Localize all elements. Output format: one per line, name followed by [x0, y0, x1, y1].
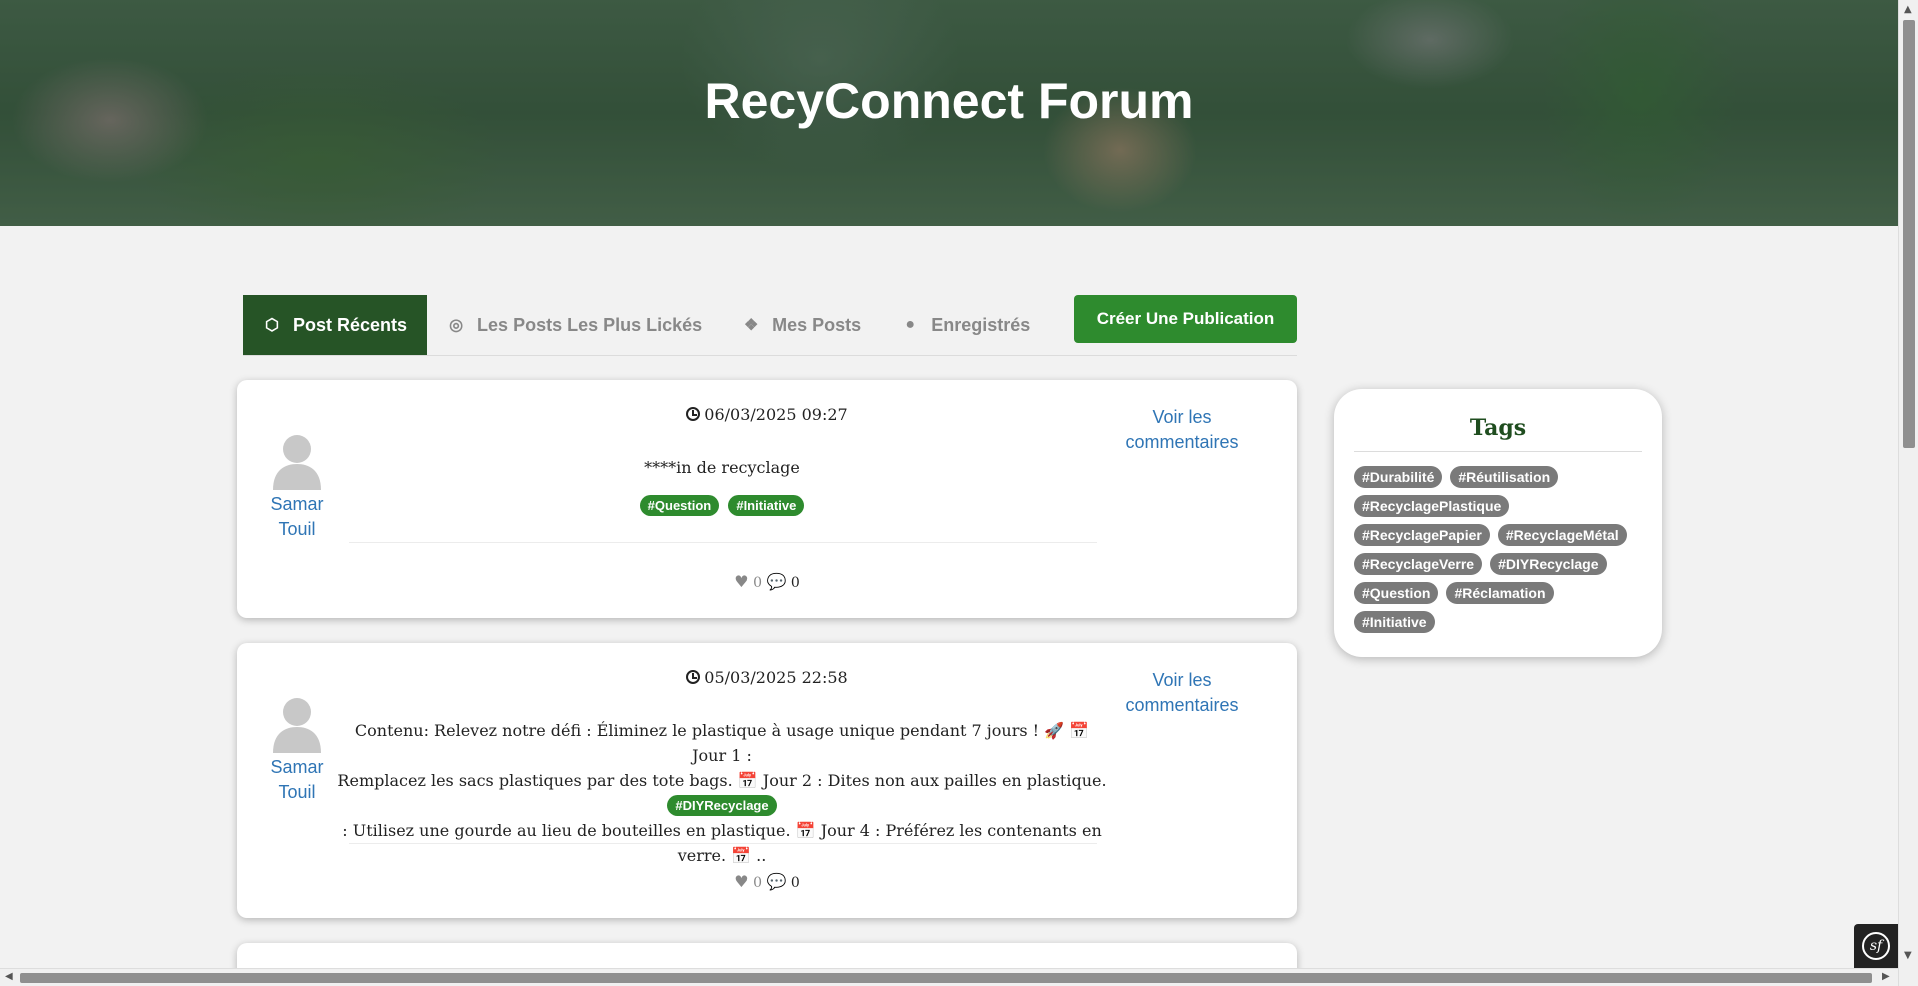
divider	[349, 542, 1097, 543]
post-stats: ♥ 0 💬 0	[237, 572, 1297, 591]
horizontal-scrollbar[interactable]: ◀ ▶	[0, 968, 1898, 986]
comment-count: 0	[790, 875, 800, 891]
tab-label: Mes Posts	[772, 314, 862, 335]
create-post-button[interactable]: Créer Une Publication	[1074, 295, 1297, 343]
scroll-left-icon[interactable]: ◀	[5, 971, 13, 982]
author-last-name: Touil	[278, 519, 316, 539]
tag-chip[interactable]: #Réutilisation	[1450, 466, 1559, 488]
post-tags: #DIYRecyclage	[347, 795, 1097, 816]
clock-icon	[686, 407, 701, 421]
author-last-name: Touil	[278, 782, 316, 802]
post-card: Samar Touil 06/03/2025 09:27 ****in de r…	[237, 380, 1297, 618]
tags-panel: Tags #Durabilité #Réutilisation #Recycla…	[1334, 389, 1662, 657]
post-card: Samar Touil 05/03/2025 22:58 Contenu: Re…	[237, 643, 1297, 918]
tag-chip[interactable]: #RecyclageMétal	[1497, 524, 1627, 546]
author-first-name: Samar	[270, 757, 324, 777]
avatar-icon	[273, 698, 321, 753]
post-tags: #Question #Initiative	[347, 495, 1097, 516]
comment-icon[interactable]: 💬	[766, 572, 786, 591]
codepen-icon: ⬡	[265, 317, 279, 334]
view-comments-link[interactable]: Voir les commentaires	[1117, 405, 1247, 455]
comment-icon[interactable]: 💬	[766, 872, 786, 891]
tab-most-liked[interactable]: ◎ Les Posts Les Plus Lickés	[427, 295, 722, 355]
post-author[interactable]: Samar Touil	[263, 695, 331, 805]
symfony-logo-icon: sf	[1862, 932, 1890, 960]
heart-icon[interactable]: ♥	[734, 872, 748, 891]
comment-count: 0	[790, 575, 800, 591]
avatar-icon	[273, 435, 321, 490]
dribbble-icon: ◎	[449, 317, 464, 334]
like-count: 0	[753, 875, 762, 891]
drupal-icon: ●	[905, 316, 916, 333]
tab-my-posts[interactable]: ❖ Mes Posts	[722, 295, 881, 355]
view-comments-link[interactable]: Voir les commentaires	[1117, 668, 1247, 718]
tab-label: Enregistrés	[931, 314, 1031, 335]
hero-banner: RecyConnect Forum	[0, 0, 1898, 226]
tag-chip[interactable]: #Durabilité	[1354, 466, 1443, 488]
scroll-up-icon[interactable]: ▲	[1904, 4, 1912, 15]
symfony-toolbar-toggle[interactable]: sf	[1854, 924, 1898, 968]
tag-chip[interactable]: #Initiative	[1354, 611, 1435, 633]
tab-saved[interactable]: ● Enregistrés	[881, 295, 1050, 355]
post-tag[interactable]: #Initiative	[728, 495, 805, 516]
tag-chip[interactable]: #RecyclagePapier	[1354, 524, 1490, 546]
dropbox-icon: ❖	[743, 317, 759, 334]
horizontal-scroll-thumb[interactable]	[20, 973, 1872, 983]
tag-chip[interactable]: #Réclamation	[1446, 582, 1554, 604]
page-title: RecyConnect Forum	[704, 73, 1194, 129]
tag-chip[interactable]: #Question	[1354, 582, 1439, 604]
tab-label: Les Posts Les Plus Lickés	[477, 314, 703, 335]
post-stats: ♥ 0 💬 0	[237, 872, 1297, 891]
scroll-right-icon[interactable]: ▶	[1882, 971, 1890, 982]
post-content: ****in de recyclage	[644, 458, 800, 477]
scroll-down-icon[interactable]: ▼	[1904, 950, 1912, 961]
tags-title: Tags	[1354, 415, 1642, 452]
like-count: 0	[753, 575, 762, 591]
vertical-scroll-thumb[interactable]	[1903, 20, 1915, 448]
post-content: Contenu: Relevez notre défi : Éliminez l…	[337, 721, 1107, 865]
divider	[349, 843, 1097, 844]
post-tag[interactable]: #Question	[639, 495, 720, 516]
vertical-scrollbar[interactable]: ▲ ▼	[1898, 0, 1918, 986]
post-tag[interactable]: #DIYRecyclage	[667, 795, 777, 816]
heart-icon[interactable]: ♥	[734, 572, 748, 591]
tag-chip[interactable]: #DIYRecyclage	[1490, 553, 1607, 575]
tab-recent-posts[interactable]: ⬡ Post Récents	[243, 295, 428, 355]
tab-label: Post Récents	[293, 314, 408, 335]
author-first-name: Samar	[270, 494, 324, 514]
tags-list: #Durabilité #Réutilisation #RecyclagePla…	[1354, 466, 1642, 633]
tag-chip[interactable]: #RecyclageVerre	[1354, 553, 1483, 575]
tag-chip[interactable]: #RecyclagePlastique	[1354, 495, 1510, 517]
clock-icon	[686, 670, 701, 684]
post-author[interactable]: Samar Touil	[263, 432, 331, 542]
